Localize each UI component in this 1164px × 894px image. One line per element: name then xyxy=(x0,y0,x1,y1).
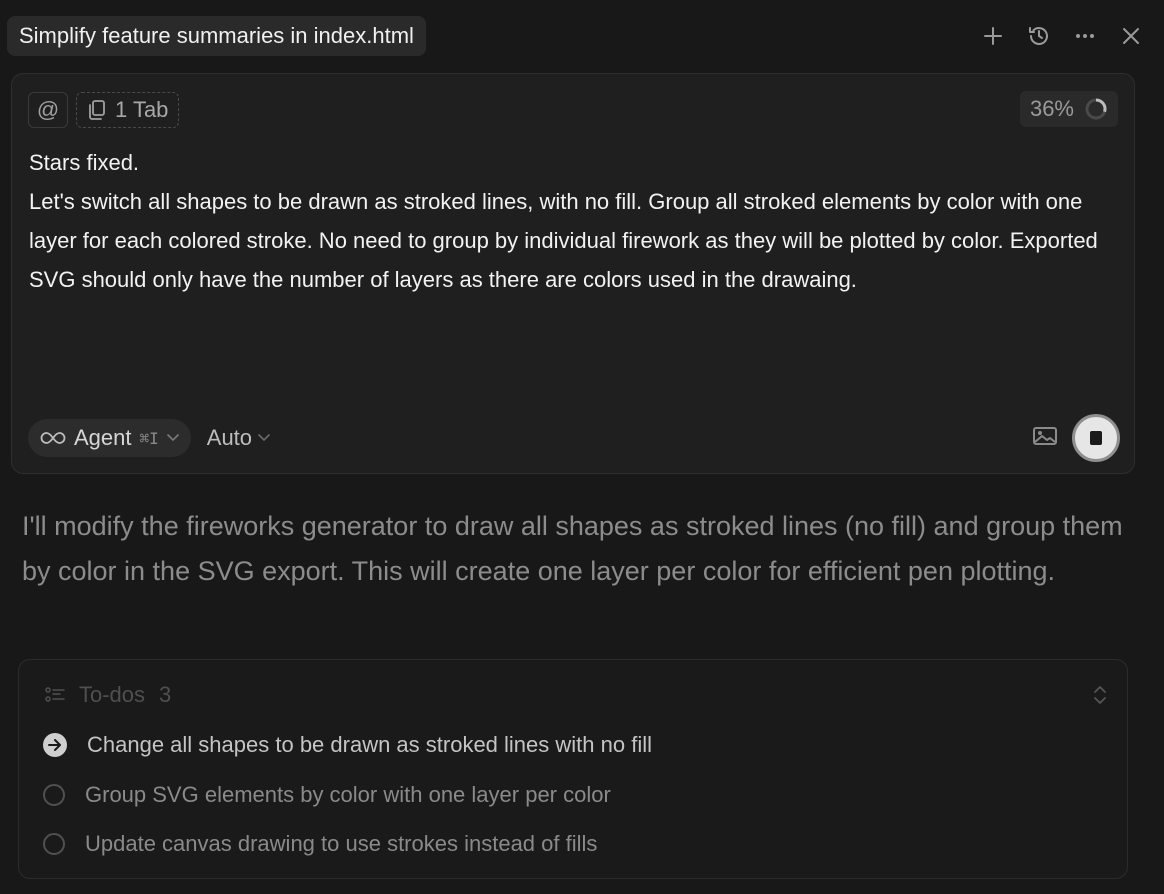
plus-icon xyxy=(984,27,1002,45)
todo-header[interactable]: To-dos 3 xyxy=(45,682,171,708)
message-composer[interactable]: @ 1 Tab 36% Stars fixed. Let's switch al… xyxy=(11,73,1135,474)
chevron-down-icon xyxy=(258,434,270,442)
message-line: Stars fixed. xyxy=(29,150,140,175)
files-icon xyxy=(89,100,105,120)
tab-context-pill[interactable]: 1 Tab xyxy=(76,92,180,128)
infinity-icon xyxy=(40,432,66,444)
tab-context-label: 1 Tab xyxy=(115,97,169,122)
header-actions xyxy=(974,18,1150,54)
todo-label: Update canvas drawing to use strokes ins… xyxy=(85,831,598,856)
todo-title: To-dos xyxy=(79,682,146,707)
in-progress-icon xyxy=(43,733,67,757)
todo-item[interactable]: Change all shapes to be drawn as stroked… xyxy=(43,732,652,758)
chat-header: Simplify feature summaries in index.html xyxy=(0,0,1164,72)
context-usage-value: 36% xyxy=(1029,96,1074,121)
more-options-button[interactable] xyxy=(1066,18,1104,54)
agent-mode-label: Agent xyxy=(74,425,132,450)
context-usage-indicator[interactable]: 36% xyxy=(1019,91,1118,127)
close-icon xyxy=(1123,28,1139,44)
attach-image-button[interactable] xyxy=(1032,425,1058,452)
todo-count: 3 xyxy=(159,682,172,707)
chevron-down-icon xyxy=(166,434,179,442)
agent-mode-selector[interactable]: Agent ⌘I xyxy=(28,419,191,457)
todo-expand-toggle[interactable] xyxy=(1093,684,1107,711)
model-label: Auto xyxy=(206,425,253,450)
pending-circle-icon xyxy=(43,784,65,806)
agent-shortcut: ⌘I xyxy=(139,428,159,448)
list-icon xyxy=(45,687,65,702)
assistant-response: I'll modify the fireworks generator to d… xyxy=(22,511,1123,586)
more-icon xyxy=(1076,34,1094,38)
chevron-up-down-icon xyxy=(1094,686,1106,704)
todo-label: Group SVG elements by color with one lay… xyxy=(85,782,611,807)
chat-title[interactable]: Simplify feature summaries in index.html xyxy=(7,16,426,56)
message-line: Let's switch all shapes to be drawn as s… xyxy=(29,189,1098,292)
new-chat-button[interactable] xyxy=(974,18,1012,54)
composer-actions xyxy=(1032,414,1120,462)
history-button[interactable] xyxy=(1020,18,1058,54)
progress-ring-icon xyxy=(1085,98,1107,120)
stop-icon xyxy=(1090,431,1102,445)
mention-button[interactable]: @ xyxy=(28,92,68,128)
todo-panel: To-dos 3 Change all shapes to be drawn a… xyxy=(18,659,1128,879)
message-text[interactable]: Stars fixed. Let's switch all shapes to … xyxy=(29,143,1119,299)
composer-footer: Agent ⌘I Auto xyxy=(28,419,270,457)
context-row: @ 1 Tab xyxy=(28,92,180,128)
todo-label: Change all shapes to be drawn as stroked… xyxy=(87,732,652,757)
history-icon xyxy=(1029,27,1048,45)
model-selector[interactable]: Auto xyxy=(207,425,270,451)
todo-item[interactable]: Update canvas drawing to use strokes ins… xyxy=(43,831,597,857)
stop-generation-button[interactable] xyxy=(1072,414,1120,462)
at-symbol: @ xyxy=(36,97,60,122)
pending-circle-icon xyxy=(43,833,65,855)
todo-item[interactable]: Group SVG elements by color with one lay… xyxy=(43,782,611,808)
close-button[interactable] xyxy=(1112,18,1150,54)
image-icon xyxy=(1033,426,1057,445)
